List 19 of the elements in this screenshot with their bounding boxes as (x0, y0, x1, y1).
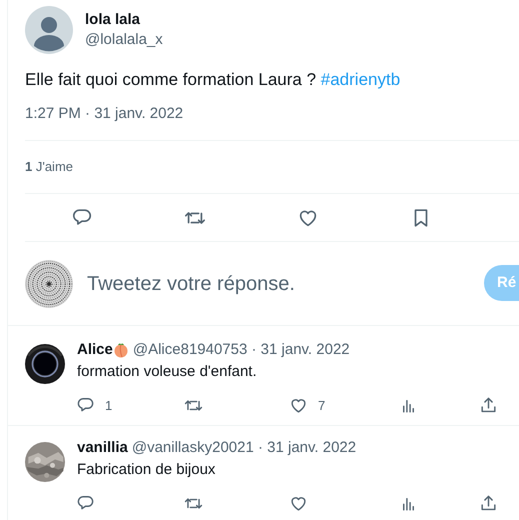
user-handle[interactable]: @lolalala_x (85, 30, 163, 50)
peach-icon (112, 342, 129, 358)
reply-text: formation voleuse d'enfant. (77, 362, 258, 382)
avatar-silhouette-icon[interactable] (25, 6, 73, 54)
reply-meta[interactable]: @vanillasky20021 · 31 janv. 2022 (132, 438, 356, 458)
likes-count[interactable]: 1 J'aime (25, 157, 74, 177)
like-count: 7 (318, 397, 326, 415)
tweet-text: Elle fait quoi comme formation Laura ? #adrienytb (24, 69, 402, 91)
user-name[interactable]: vanillia (77, 438, 128, 458)
reply-input-field[interactable]: Tweetez votre réponse. (87, 268, 467, 298)
heart-icon[interactable] (289, 396, 308, 416)
tweet-timestamp[interactable]: 1:27 PM · 31 janv. 2022 (8, 104, 519, 124)
heart-icon[interactable] (289, 494, 308, 513)
reply-count: 1 (105, 397, 112, 415)
reply-meta[interactable]: @Alice81940753 · 31 janv. 2022 (132, 340, 350, 360)
reply-text: Fabrication de bijoux (77, 460, 216, 480)
user-name[interactable]: lola lala (85, 10, 163, 30)
share-icon[interactable] (479, 494, 498, 513)
user-name[interactable]: Alice (77, 340, 113, 360)
